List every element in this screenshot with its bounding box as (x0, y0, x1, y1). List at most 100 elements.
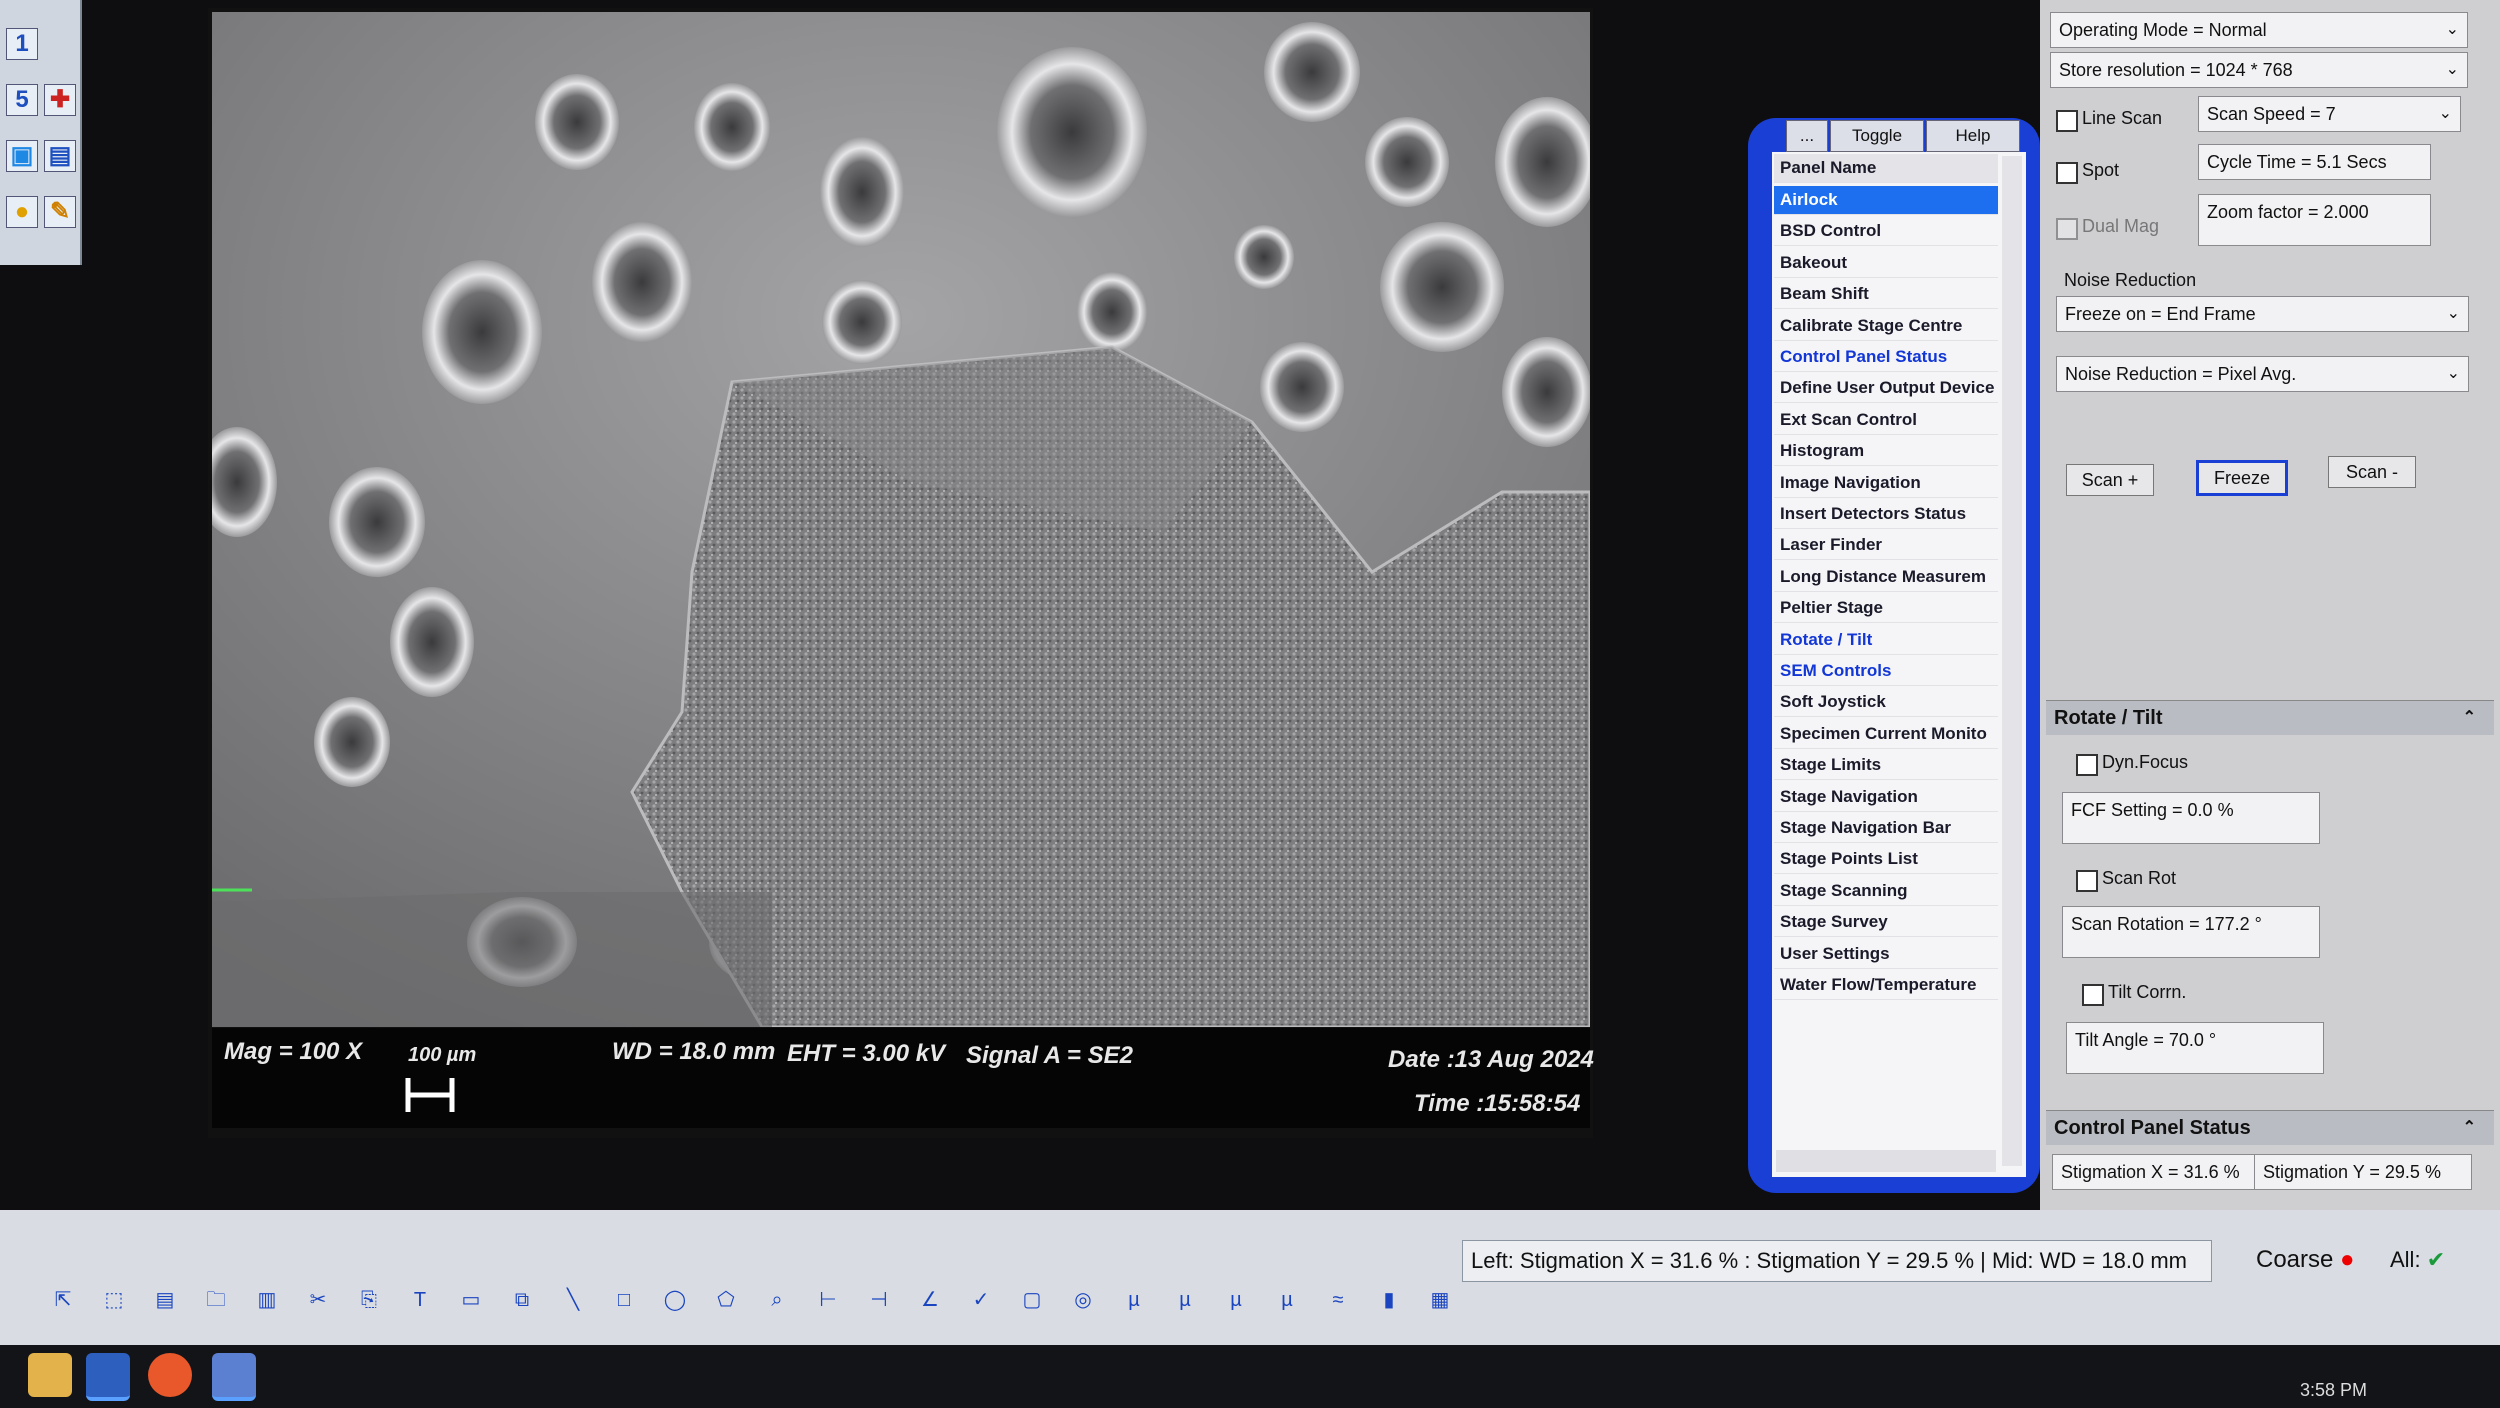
copy-icon[interactable]: ⧉ (503, 1282, 541, 1318)
dyn-focus-checkbox[interactable] (2076, 754, 2098, 776)
freeze-on-select[interactable]: Freeze on = End Frame ⌄ (2056, 296, 2469, 332)
panel-more-button[interactable]: ... (1786, 120, 1828, 152)
panel-one-icon[interactable]: 1 (6, 28, 38, 60)
line-scan-checkbox[interactable] (2056, 110, 2078, 132)
open-icon[interactable]: ▤ (146, 1282, 184, 1318)
line-icon[interactable]: ╲ (554, 1282, 592, 1318)
noise-reduction-select[interactable]: Noise Reduction = Pixel Avg. ⌄ (2056, 356, 2469, 392)
sem-app-icon[interactable] (86, 1353, 130, 1401)
monitor-icon[interactable]: ▣ (6, 140, 38, 172)
tools-icon[interactable]: ✚ (44, 84, 76, 116)
panel-list-item[interactable]: Beam Shift (1774, 280, 1998, 310)
select-icon[interactable]: ⬚ (95, 1282, 133, 1318)
all-indicator[interactable]: All: ✔ (2390, 1240, 2480, 1280)
store-resolution-select[interactable]: Store resolution = 1024 * 768 ⌄ (2050, 52, 2468, 88)
scan-rot-checkbox[interactable] (2076, 870, 2098, 892)
rotate-tilt-header[interactable]: Rotate / Tilt ⌃ (2046, 700, 2494, 735)
fcf-setting-slider[interactable]: FCF Setting = 0.0 % (2062, 792, 2320, 844)
scan-plus-button[interactable]: Scan + (2066, 464, 2154, 496)
mu4-icon[interactable]: µ (1268, 1282, 1306, 1318)
panel-list-item[interactable]: Stage Limits (1774, 751, 1998, 781)
utility-app-icon[interactable] (212, 1353, 256, 1401)
sem-micrograph[interactable] (212, 12, 1590, 1027)
panel-list-scrollbar[interactable] (2002, 156, 2022, 1166)
panel-list-item[interactable]: SEM Controls (1774, 657, 1998, 686)
panel-list-item[interactable]: Histogram (1774, 437, 1998, 467)
panel-list-item[interactable]: BSD Control (1774, 217, 1998, 247)
scan-rotation-slider[interactable]: Scan Rotation = 177.2 ° (2062, 906, 2320, 958)
histogram-icon[interactable]: ▮ (1370, 1282, 1408, 1318)
panel-list-item[interactable]: Specimen Current Monito (1774, 720, 1998, 749)
rectangle-icon[interactable]: □ (605, 1282, 643, 1318)
zoom-icon[interactable]: ⌕ (758, 1282, 796, 1318)
panel-list-item[interactable]: User Settings (1774, 940, 1998, 969)
panel-list-item[interactable]: Define User Output Device (1774, 374, 1998, 404)
polygon-icon[interactable]: ⬠ (707, 1282, 745, 1318)
ellipse-icon[interactable]: ◯ (656, 1282, 694, 1318)
check-icon[interactable]: ✓ (962, 1282, 1000, 1318)
palette-icon[interactable]: ● (6, 196, 38, 228)
panel-list-item[interactable]: Ext Scan Control (1774, 406, 1998, 435)
annotate-icon[interactable]: ▭ (452, 1282, 490, 1318)
pointer-icon[interactable]: ⇱ (44, 1282, 82, 1318)
graph-icon[interactable]: ≈ (1319, 1282, 1357, 1318)
stigmation-x-field: Stigmation X = 31.6 % (2052, 1154, 2260, 1190)
file-explorer-icon[interactable] (28, 1353, 72, 1397)
panel-list-item[interactable]: Stage Navigation (1774, 783, 1998, 812)
measure-icon[interactable]: ⊢ (809, 1282, 847, 1318)
scan-speed-select[interactable]: Scan Speed = 7 ⌄ (2198, 96, 2461, 132)
coarse-indicator[interactable]: Coarse ● (2256, 1240, 2366, 1280)
panel-list-item[interactable]: Laser Finder (1774, 531, 1998, 561)
cycle-time-field[interactable]: Cycle Time = 5.1 Secs (2198, 144, 2431, 180)
angle-icon[interactable]: ∠ (911, 1282, 949, 1318)
panel-list-item[interactable]: Stage Navigation Bar (1774, 814, 1998, 843)
firefox-icon[interactable] (148, 1353, 192, 1397)
scan-rotation-value: Scan Rotation = 177.2 ° (2071, 914, 2262, 934)
panel-five-icon[interactable]: 5 (6, 84, 38, 116)
wand-icon[interactable]: ✎ (44, 196, 76, 228)
panel-list-item[interactable]: Soft Joystick (1774, 688, 1998, 718)
panel-list-item[interactable]: Peltier Stage (1774, 594, 1998, 624)
panel-list-item[interactable]: Image Navigation (1774, 469, 1998, 498)
freeze-button[interactable]: Freeze (2196, 460, 2288, 496)
square-icon[interactable]: ▢ (1013, 1282, 1051, 1318)
scan-minus-button[interactable]: Scan - (2328, 456, 2416, 488)
save-icon[interactable]: ▥ (248, 1282, 286, 1318)
panel-list-item[interactable]: Insert Detectors Status (1774, 500, 1998, 529)
text-icon[interactable]: T (401, 1282, 439, 1318)
panel-list-item[interactable]: Calibrate Stage Centre (1774, 312, 1998, 341)
stigmation-x-value: Stigmation X = 31.6 % (2061, 1162, 2240, 1182)
paste-icon[interactable]: ⎘ (350, 1282, 388, 1318)
tilt-corr-checkbox[interactable] (2082, 984, 2104, 1006)
collapse-icon[interactable]: ⌃ (2463, 701, 2476, 735)
mu-icon[interactable]: µ (1115, 1282, 1153, 1318)
mu3-icon[interactable]: µ (1217, 1282, 1255, 1318)
scan-icon[interactable]: ▤ (44, 140, 76, 172)
circle-icon[interactable]: ◎ (1064, 1282, 1102, 1318)
spot-checkbox[interactable] (2056, 162, 2078, 184)
chevron-down-icon: ⌄ (2438, 105, 2452, 122)
collapse-icon[interactable]: ⌃ (2463, 1111, 2476, 1145)
panel-list-item[interactable]: Bakeout (1774, 249, 1998, 278)
grid-icon[interactable]: ▦ (1421, 1282, 1459, 1318)
panel-list-item[interactable]: Stage Points List (1774, 845, 1998, 875)
panel-list-item[interactable]: Long Distance Measurem (1774, 563, 1998, 592)
control-panel-status-header[interactable]: Control Panel Status ⌃ (2046, 1110, 2494, 1145)
mu2-icon[interactable]: µ (1166, 1282, 1204, 1318)
panel-list-item[interactable]: Rotate / Tilt (1774, 626, 1998, 655)
panel-list-item[interactable]: Stage Survey (1774, 908, 1998, 938)
help-button[interactable]: Help (1926, 120, 2020, 152)
folder-icon[interactable]: 🗀 (197, 1282, 235, 1318)
panel-list-hscrollbar[interactable] (1776, 1150, 1996, 1172)
tilt-angle-slider[interactable]: Tilt Angle = 70.0 ° (2066, 1022, 2324, 1074)
dual-mag-checkbox[interactable] (2056, 218, 2078, 240)
panel-list-item[interactable]: Control Panel Status (1774, 343, 1998, 372)
panel-list-item[interactable]: Stage Scanning (1774, 877, 1998, 906)
panel-list-item[interactable]: Airlock (1774, 186, 1998, 215)
zoom-factor-slider[interactable]: Zoom factor = 2.000 (2198, 194, 2431, 246)
panel-list-item[interactable]: Water Flow/Temperature (1774, 971, 1998, 1000)
operating-mode-select[interactable]: Operating Mode = Normal ⌄ (2050, 12, 2468, 48)
cut-icon[interactable]: ✂ (299, 1282, 337, 1318)
measure2-icon[interactable]: ⊣ (860, 1282, 898, 1318)
toggle-button[interactable]: Toggle (1830, 120, 1924, 152)
